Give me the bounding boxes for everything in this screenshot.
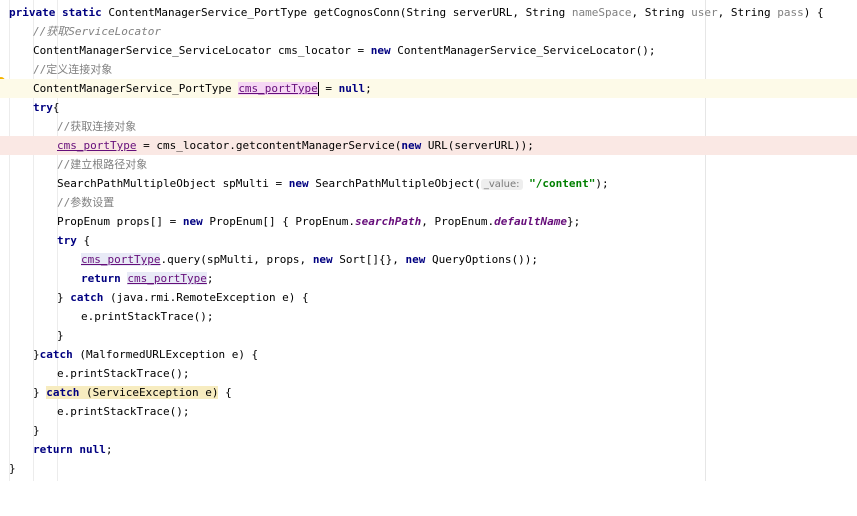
keyword: new bbox=[405, 253, 426, 266]
code-line-18[interactable]: } bbox=[0, 326, 857, 345]
static-field: defaultName bbox=[494, 215, 567, 228]
string-literal: "/content" bbox=[529, 177, 596, 190]
code-text: URL(serverURL)); bbox=[421, 139, 534, 152]
code-text: = bbox=[318, 82, 339, 95]
code-line-8[interactable]: cms_portType = cms_locator.getcontentMan… bbox=[0, 136, 857, 155]
code-text: QueryOptions()); bbox=[425, 253, 539, 266]
field-occurrence[interactable]: cms_portType bbox=[57, 139, 136, 152]
code-line-21[interactable]: } catch (ServiceException e) { bbox=[0, 383, 857, 402]
code-text: ContentManagerService_ServiceLocator cms… bbox=[33, 44, 371, 57]
code-text: { bbox=[52, 101, 60, 114]
comment: //获取连接对象 bbox=[57, 120, 137, 133]
code-line-17[interactable]: e.printStackTrace(); bbox=[0, 307, 857, 326]
code-text: PropEnum props[] = bbox=[57, 215, 183, 228]
code-line-19[interactable]: }catch (MalformedURLException e) { bbox=[0, 345, 857, 364]
code-text: { bbox=[218, 386, 232, 399]
keyword: try bbox=[33, 101, 53, 114]
code-text: ) { bbox=[803, 6, 824, 19]
code-text: e.printStackTrace(); bbox=[81, 310, 214, 323]
code-line-20[interactable]: e.printStackTrace(); bbox=[0, 364, 857, 383]
code-line-10[interactable]: SearchPathMultipleObject spMulti = new S… bbox=[0, 174, 857, 193]
code-line-7[interactable]: //获取连接对象 bbox=[0, 117, 857, 136]
code-text: ContentManagerService_PortType bbox=[33, 82, 239, 95]
code-text: ContentManagerService_PortType getCognos… bbox=[101, 6, 572, 19]
code-line-2[interactable]: //获取ServiceLocator bbox=[0, 22, 857, 41]
code-line-22[interactable]: e.printStackTrace(); bbox=[0, 402, 857, 421]
keyword: catch bbox=[46, 386, 80, 399]
code-line-14[interactable]: cms_portType.query(spMulti, props, new S… bbox=[0, 250, 857, 269]
code-text: } bbox=[57, 291, 71, 304]
keyword: catch bbox=[70, 291, 104, 304]
comment: //定义连接对象 bbox=[33, 63, 113, 76]
keyword: try bbox=[57, 234, 77, 247]
code-line-1[interactable]: private static ContentManagerService_Por… bbox=[0, 3, 857, 22]
code-line-15[interactable]: return cms_portType; bbox=[0, 269, 857, 288]
parameter-hint: _value: bbox=[480, 179, 523, 190]
keyword: return bbox=[33, 443, 73, 456]
code-editor[interactable]: private static ContentManagerService_Por… bbox=[0, 0, 857, 481]
field-occurrence[interactable]: cms_portType bbox=[81, 253, 161, 266]
keyword: return bbox=[81, 272, 121, 285]
code-line-4[interactable]: //定义连接对象 bbox=[0, 60, 857, 79]
code-text: } bbox=[57, 329, 64, 342]
code-line-9[interactable]: //建立根路径对象 bbox=[0, 155, 857, 174]
unused-param: nameSpace bbox=[571, 6, 632, 19]
code-text: { bbox=[76, 234, 91, 247]
code-text: e.printStackTrace(); bbox=[57, 405, 190, 418]
code-line-16[interactable]: } catch (java.rmi.RemoteException e) { bbox=[0, 288, 857, 307]
code-text: SearchPathMultipleObject( bbox=[308, 177, 481, 190]
code-text: , String bbox=[717, 6, 778, 19]
code-text: ; bbox=[105, 443, 113, 456]
code-text: PropEnum[] { PropEnum. bbox=[202, 215, 356, 228]
code-line-3[interactable]: ContentManagerService_ServiceLocator cms… bbox=[0, 41, 857, 60]
field-occurrence[interactable]: cms_portType bbox=[238, 82, 318, 95]
keyword: new bbox=[312, 253, 333, 266]
keyword: private static bbox=[9, 6, 102, 19]
code-line-6[interactable]: try{ bbox=[0, 98, 857, 117]
keyword: new bbox=[370, 44, 391, 57]
keyword: new bbox=[288, 177, 309, 190]
code-line-5-current[interactable]: ContentManagerService_PortType cms_portT… bbox=[0, 79, 857, 98]
code-text: ); bbox=[595, 177, 609, 190]
code-line-25[interactable]: } bbox=[0, 459, 857, 478]
code-text: } bbox=[33, 348, 40, 361]
code-line-13[interactable]: try { bbox=[0, 231, 857, 250]
code-text: ; bbox=[365, 82, 372, 95]
comment: //建立根路径对象 bbox=[57, 158, 148, 171]
static-field: searchPath bbox=[355, 215, 422, 228]
unused-param: user bbox=[691, 6, 718, 19]
field-occurrence[interactable]: cms_portType bbox=[127, 272, 207, 285]
keyword: new bbox=[182, 215, 203, 228]
code-line-12[interactable]: PropEnum props[] = new PropEnum[] { Prop… bbox=[0, 212, 857, 231]
comment: //获取 bbox=[33, 25, 69, 38]
keyword: null bbox=[79, 443, 106, 456]
code-text: .query(spMulti, props, bbox=[160, 253, 313, 266]
code-line-24[interactable]: return null; bbox=[0, 440, 857, 459]
code-text: (java.rmi.RemoteException e) { bbox=[103, 291, 309, 304]
keyword: new bbox=[401, 139, 422, 152]
comment: ServiceLocator bbox=[68, 25, 161, 38]
code-text: , PropEnum. bbox=[421, 215, 495, 228]
code-text: ContentManagerService_ServiceLocator(); bbox=[390, 44, 656, 57]
code-text: ; bbox=[206, 272, 214, 285]
code-text: SearchPathMultipleObject spMulti = bbox=[57, 177, 289, 190]
code-line-23[interactable]: } bbox=[0, 421, 857, 440]
code-text: }; bbox=[567, 215, 581, 228]
code-text: } bbox=[33, 424, 40, 437]
unused-param: pass bbox=[777, 6, 804, 19]
code-text: , String bbox=[631, 6, 692, 19]
code-text: (ServiceException e) bbox=[79, 386, 219, 399]
code-text: } bbox=[9, 462, 16, 475]
code-text: (MalformedURLException e) { bbox=[72, 348, 259, 361]
keyword: null bbox=[338, 82, 366, 95]
comment: //参数设置 bbox=[57, 196, 115, 209]
code-text: = cms_locator.getcontentManagerService( bbox=[136, 139, 402, 152]
code-text: Sort[]{}, bbox=[332, 253, 406, 266]
keyword: catch bbox=[39, 348, 73, 361]
code-line-11[interactable]: //参数设置 bbox=[0, 193, 857, 212]
code-text: e.printStackTrace(); bbox=[57, 367, 190, 380]
code-text: } bbox=[33, 386, 47, 399]
